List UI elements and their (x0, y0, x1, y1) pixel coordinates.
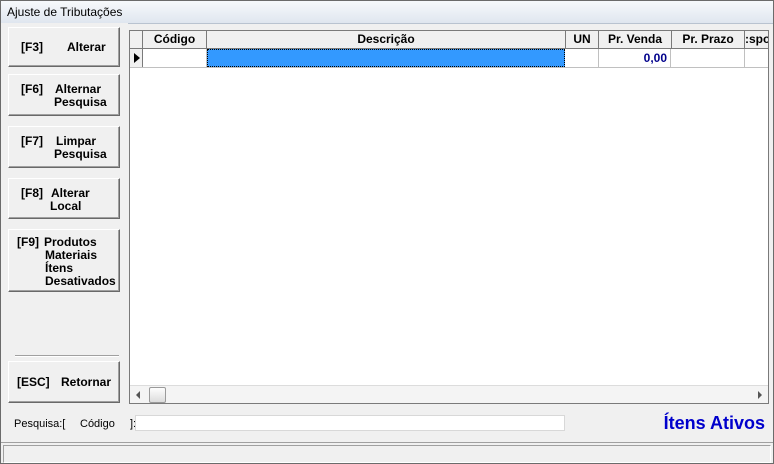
search-bar: Pesquisa:[ Código ]: Ítens Ativos (1, 407, 773, 437)
cell-un[interactable] (566, 49, 599, 67)
button-label: Alterar (51, 186, 90, 200)
title-bar[interactable]: Ajuste de Tributações (1, 1, 773, 24)
search-field-name: Código (80, 418, 115, 430)
alterar-local-button[interactable]: [F8] Alterar Local (8, 178, 120, 219)
button-label: Ítens (45, 261, 74, 275)
button-label: Pesquisa (54, 95, 107, 109)
cell-pr-venda[interactable]: 0,00 (599, 49, 671, 67)
retornar-button[interactable]: [ESC] Retornar (8, 361, 120, 403)
button-label: Pesquisa (54, 147, 107, 161)
current-row-arrow-icon (134, 53, 140, 63)
alterar-button[interactable]: [F3] Alterar (8, 27, 120, 67)
header-pr-prazo[interactable]: Pr. Prazo (672, 31, 745, 48)
header-indicator (130, 31, 143, 48)
header-pr-venda[interactable]: Pr. Venda (599, 31, 672, 48)
search-input[interactable] (135, 415, 565, 431)
cell-descricao[interactable] (207, 49, 565, 67)
header-extra[interactable]: :spo (745, 31, 768, 48)
main-window: Ajuste de Tributações [F3] Alterar [F6] … (0, 0, 774, 464)
limpar-pesquisa-button[interactable]: [F7] Limpar Pesquisa (8, 126, 120, 168)
button-key: [F7] (21, 134, 43, 148)
header-un[interactable]: UN (566, 31, 599, 48)
scroll-thumb[interactable] (149, 387, 166, 403)
horizontal-scrollbar[interactable] (130, 385, 768, 403)
table-row[interactable]: 0,00 (130, 49, 768, 68)
alternar-pesquisa-button[interactable]: [F6] Alternar Pesquisa (8, 74, 120, 116)
button-label: Limpar (56, 134, 97, 148)
button-key: [ESC] (17, 375, 50, 389)
scroll-right-icon[interactable] (758, 391, 762, 399)
header-codigo[interactable]: Código (143, 31, 207, 48)
status-bar (1, 442, 773, 463)
button-key: [F6] (21, 82, 43, 96)
status-pane (3, 445, 771, 463)
produtos-desativados-button[interactable]: [F9] Produtos Materiais Ítens Desativado… (8, 229, 120, 292)
row-indicator (130, 49, 143, 67)
cell-codigo[interactable] (143, 49, 207, 67)
button-label: Produtos (44, 235, 97, 249)
button-label: Desativados (45, 274, 116, 288)
panel-separator (15, 355, 119, 357)
button-label: Materiais (45, 248, 98, 262)
scroll-left-icon[interactable] (136, 391, 140, 399)
function-panel: [F3] Alterar [F6] Alternar Pesquisa [F7]… (1, 23, 128, 406)
header-descricao[interactable]: Descrição (207, 31, 566, 48)
cell-pr-prazo[interactable] (672, 49, 745, 67)
button-label: Local (50, 199, 82, 213)
window-title: Ajuste de Tributações (7, 5, 123, 19)
button-label: Retornar (61, 375, 112, 389)
items-status-label: Ítens Ativos (663, 413, 765, 433)
search-prefix: Pesquisa:[ (14, 418, 66, 430)
button-key: [F3] (21, 40, 43, 54)
cell-extra[interactable] (745, 49, 768, 67)
button-label: Alternar (55, 82, 102, 96)
button-key: [F8] (21, 186, 43, 200)
products-grid[interactable]: Código Descrição UN Pr. Venda Pr. Prazo … (129, 30, 769, 404)
button-label: Alterar (67, 40, 106, 54)
button-key: [F9] (17, 235, 39, 249)
grid-header: Código Descrição UN Pr. Venda Pr. Prazo … (130, 31, 768, 49)
